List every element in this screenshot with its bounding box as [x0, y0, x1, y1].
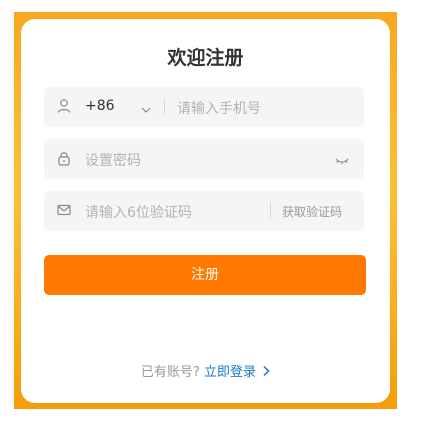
country-code-select[interactable]: +86: [85, 98, 115, 114]
login-prompt: 已有账号? 立即登录: [21, 361, 390, 381]
divider: [164, 99, 165, 115]
phone-input[interactable]: 请输入手机号: [177, 98, 261, 118]
eye-closed-icon[interactable]: [334, 153, 350, 165]
register-card: 欢迎注册 +86 请输入手机号 设置密码 请输入6位验证码 获取验证码 注册 已…: [21, 19, 390, 403]
phone-field: +86 请输入手机号: [44, 87, 364, 127]
chevron-right-icon[interactable]: [262, 365, 270, 381]
mail-icon: [56, 202, 72, 218]
register-button[interactable]: 注册: [44, 255, 366, 295]
password-field: 设置密码: [44, 139, 364, 179]
login-link[interactable]: 立即登录: [204, 365, 256, 380]
login-question: 已有账号?: [140, 365, 200, 380]
lock-icon: [56, 150, 72, 166]
get-code-button[interactable]: 获取验证码: [282, 203, 342, 220]
user-icon: [56, 98, 72, 114]
verify-code-input[interactable]: 请输入6位验证码: [85, 202, 192, 222]
page-title: 欢迎注册: [167, 47, 244, 69]
chevron-down-icon[interactable]: [140, 101, 152, 113]
password-input[interactable]: 设置密码: [85, 150, 141, 170]
divider: [270, 203, 271, 219]
verify-code-field: 请输入6位验证码 获取验证码: [44, 191, 364, 231]
